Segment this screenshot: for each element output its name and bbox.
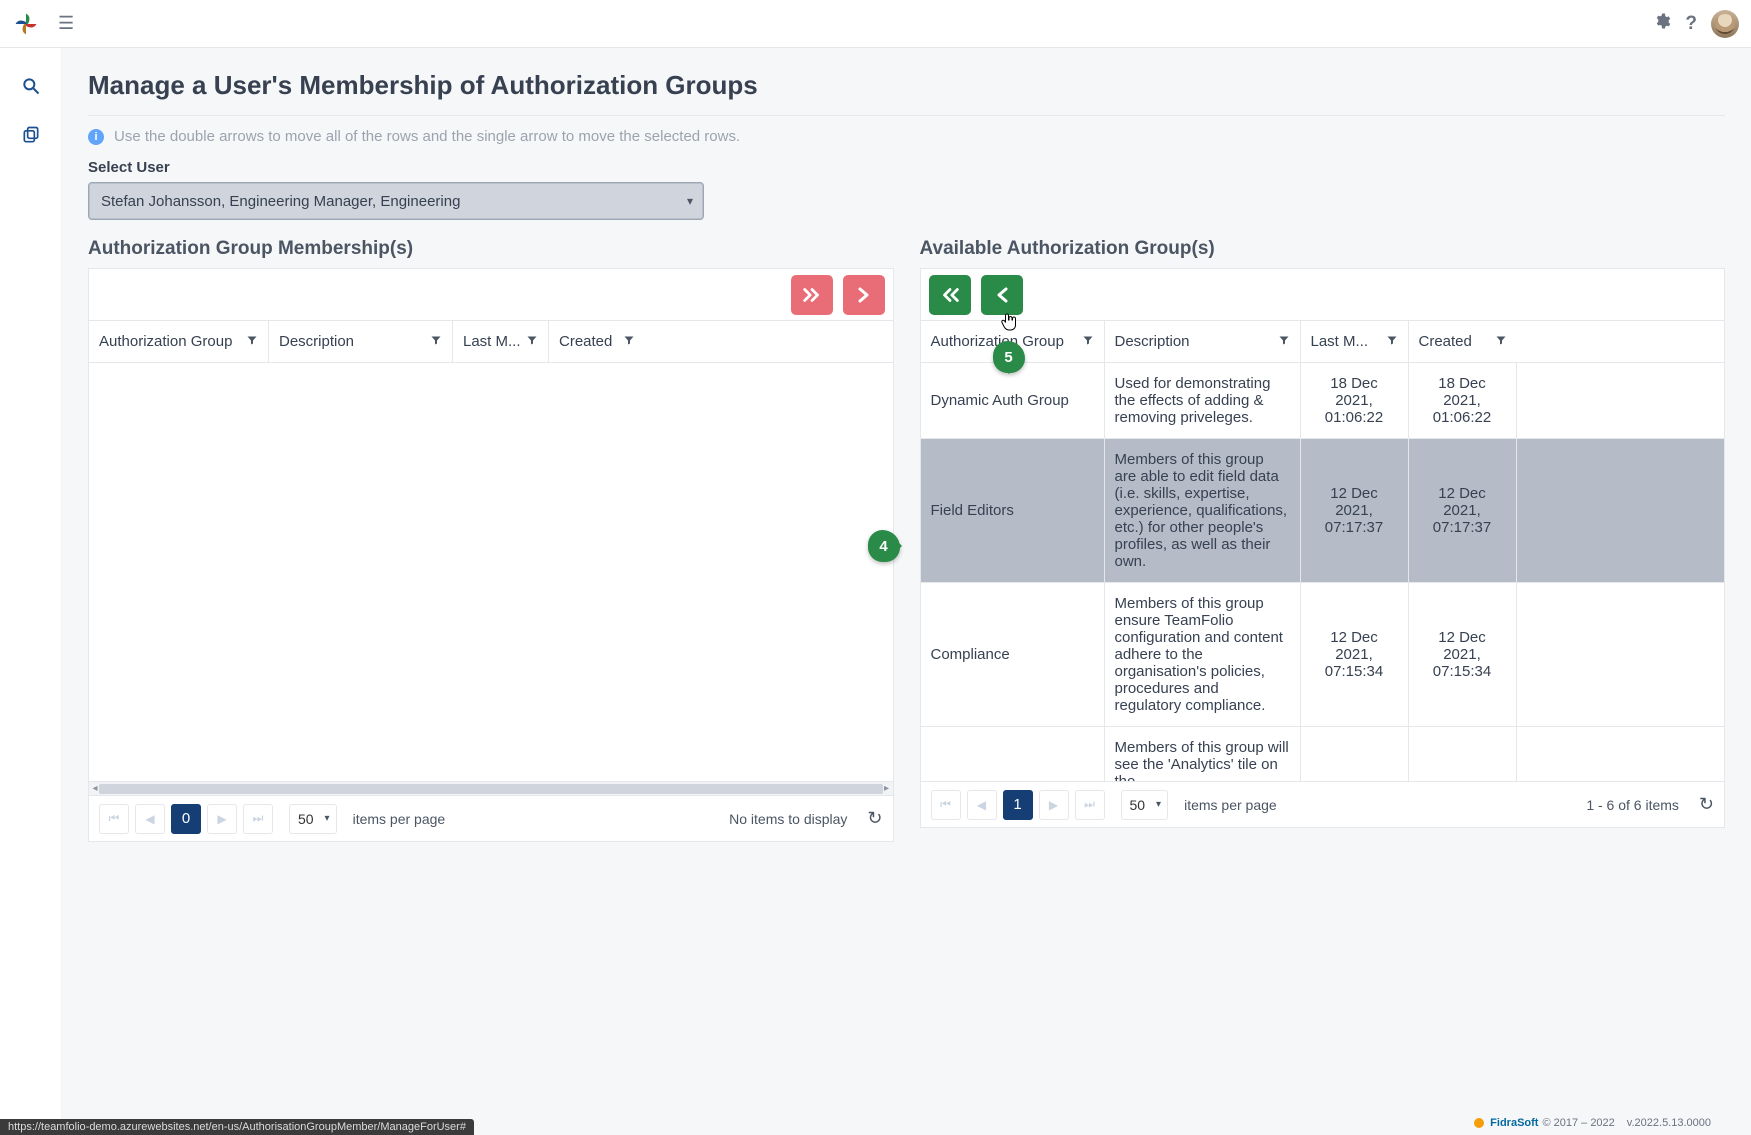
pager-next-button[interactable]: ▶ [207, 804, 237, 834]
membership-panel: Authorization Group Membership(s) Author… [88, 238, 894, 842]
info-bar: i Use the double arrows to move all of t… [88, 128, 1725, 145]
pager-last-button[interactable]: ⏭ [243, 804, 273, 834]
footer-copyright: © 2017 – 2022 [1542, 1117, 1614, 1129]
available-panel: Available Authorization Group(s) [920, 238, 1726, 842]
cell-group: Field Editors [921, 439, 1105, 582]
available-body[interactable]: Dynamic Auth GroupUsed for demonstrating… [921, 363, 1725, 781]
cell-created: 18 Dec 2021, 01:06:22 [1409, 363, 1517, 438]
membership-grid: Authorization Group Description Last M..… [88, 268, 894, 842]
filter-icon[interactable] [526, 333, 538, 350]
filter-icon[interactable] [1495, 333, 1507, 350]
cell-modified: 12 Dec 2021, 07:15:34 [1301, 583, 1409, 726]
topbar: ☰ ? [0, 0, 1751, 48]
info-text: Use the double arrows to move all of the… [114, 128, 740, 145]
footer-brand: FidraSoft [1490, 1117, 1538, 1129]
status-bar-link: https://teamfolio-demo.azurewebsites.net… [0, 1119, 474, 1135]
filter-icon[interactable] [1386, 333, 1398, 350]
available-header: Authorization Group Description Last M..… [921, 321, 1725, 363]
cell-modified: 18 Dec 2021, 01:06:22 [1301, 363, 1409, 438]
filter-icon[interactable] [1278, 333, 1290, 350]
select-user-label: Select User [88, 159, 1725, 176]
add-selected-button[interactable] [981, 275, 1023, 315]
pager-status: 1 - 6 of 6 items [1586, 797, 1679, 813]
pager-first-button[interactable]: ⏮ [931, 790, 961, 820]
membership-pager: ⏮ ◀ 0 ▶ ⏭ 50 items per page No items to … [89, 795, 893, 841]
page-title: Manage a User's Membership of Authorizat… [88, 70, 1725, 101]
pager-current-page[interactable]: 1 [1003, 790, 1033, 820]
col-description[interactable]: Description [269, 321, 453, 362]
available-title: Available Authorization Group(s) [920, 238, 1726, 260]
footer-version: v.2022.5.13.0000 [1627, 1117, 1711, 1129]
table-row[interactable]: Dynamic Auth GroupUsed for demonstrating… [921, 363, 1725, 439]
search-icon[interactable] [21, 76, 41, 99]
refresh-icon[interactable]: ↻ [867, 808, 882, 829]
page-size-select[interactable]: 50 [289, 804, 337, 834]
table-row[interactable]: Field EditorsMembers of this group are a… [921, 439, 1725, 583]
pager-first-button[interactable]: ⏮ [99, 804, 129, 834]
membership-title: Authorization Group Membership(s) [88, 238, 894, 260]
copy-icon[interactable] [21, 125, 41, 148]
help-icon[interactable]: ? [1685, 13, 1697, 35]
pager-status: No items to display [729, 811, 847, 827]
add-all-button[interactable] [929, 275, 971, 315]
pager-current-page[interactable]: 0 [171, 804, 201, 834]
membership-header: Authorization Group Description Last M..… [89, 321, 893, 363]
cell-desc: Members of this group are able to edit f… [1105, 439, 1301, 582]
filter-icon[interactable] [430, 333, 442, 350]
table-row[interactable]: ComplianceMembers of this group ensure T… [921, 583, 1725, 727]
info-icon: i [88, 129, 104, 145]
col-created[interactable]: Created [1409, 321, 1517, 362]
table-row[interactable]: Members of this group will see the 'Anal… [921, 727, 1725, 781]
cell-group [921, 727, 1105, 781]
cell-created: 12 Dec 2021, 07:15:34 [1409, 583, 1517, 726]
filter-icon[interactable] [623, 333, 635, 350]
page-size-select[interactable]: 50 [1121, 790, 1169, 820]
filter-icon[interactable] [246, 333, 258, 350]
select-user-dropdown[interactable]: Stefan Johansson, Engineering Manager, E… [88, 182, 704, 220]
col-last-modified[interactable]: Last M... [453, 321, 549, 362]
callout-5: 5 [993, 341, 1025, 373]
app-logo[interactable] [12, 10, 40, 38]
col-created[interactable]: Created [549, 321, 645, 362]
select-user-value: Stefan Johansson, Engineering Manager, E… [101, 193, 460, 210]
left-rail [0, 48, 62, 1135]
col-last-modified[interactable]: Last M... [1301, 321, 1409, 362]
gear-icon[interactable] [1653, 12, 1671, 35]
scroll-thumb[interactable] [99, 784, 883, 794]
content-area: Manage a User's Membership of Authorizat… [62, 48, 1751, 1135]
avatar[interactable] [1711, 10, 1739, 38]
available-pager: ⏮ ◀ 1 ▶ ⏭ 50 items per page 1 - 6 of 6 i… [921, 781, 1725, 827]
membership-body[interactable] [89, 363, 893, 781]
pager-prev-button[interactable]: ◀ [135, 804, 165, 834]
cell-modified [1301, 727, 1409, 781]
pager-prev-button[interactable]: ◀ [967, 790, 997, 820]
col-auth-group[interactable]: Authorization Group [89, 321, 269, 362]
cell-created: 12 Dec 2021, 07:17:37 [1409, 439, 1517, 582]
filter-icon[interactable] [1082, 333, 1094, 350]
cell-desc: Members of this group ensure TeamFolio c… [1105, 583, 1301, 726]
cell-modified: 12 Dec 2021, 07:17:37 [1301, 439, 1409, 582]
remove-all-button[interactable] [791, 275, 833, 315]
cell-created [1409, 727, 1517, 781]
callout-4: 4 [868, 530, 900, 562]
h-scrollbar[interactable]: ◂ ▸ [89, 781, 893, 795]
ipp-label: items per page [353, 811, 446, 827]
cell-group: Compliance [921, 583, 1105, 726]
refresh-icon[interactable]: ↻ [1699, 794, 1714, 815]
col-description[interactable]: Description [1105, 321, 1301, 362]
available-grid: Authorization Group Description Last M..… [920, 268, 1726, 828]
fidra-logo-icon [1474, 1118, 1484, 1128]
remove-selected-button[interactable] [843, 275, 885, 315]
membership-toolbar [89, 269, 893, 321]
ipp-label: items per page [1184, 797, 1277, 813]
available-toolbar [921, 269, 1725, 321]
cell-desc: Members of this group will see the 'Anal… [1105, 727, 1301, 781]
menu-toggle-icon[interactable]: ☰ [58, 13, 74, 34]
pager-last-button[interactable]: ⏭ [1075, 790, 1105, 820]
pager-next-button[interactable]: ▶ [1039, 790, 1069, 820]
cell-desc: Used for demonstrating the effects of ad… [1105, 363, 1301, 438]
scroll-right-icon[interactable]: ▸ [881, 783, 893, 795]
